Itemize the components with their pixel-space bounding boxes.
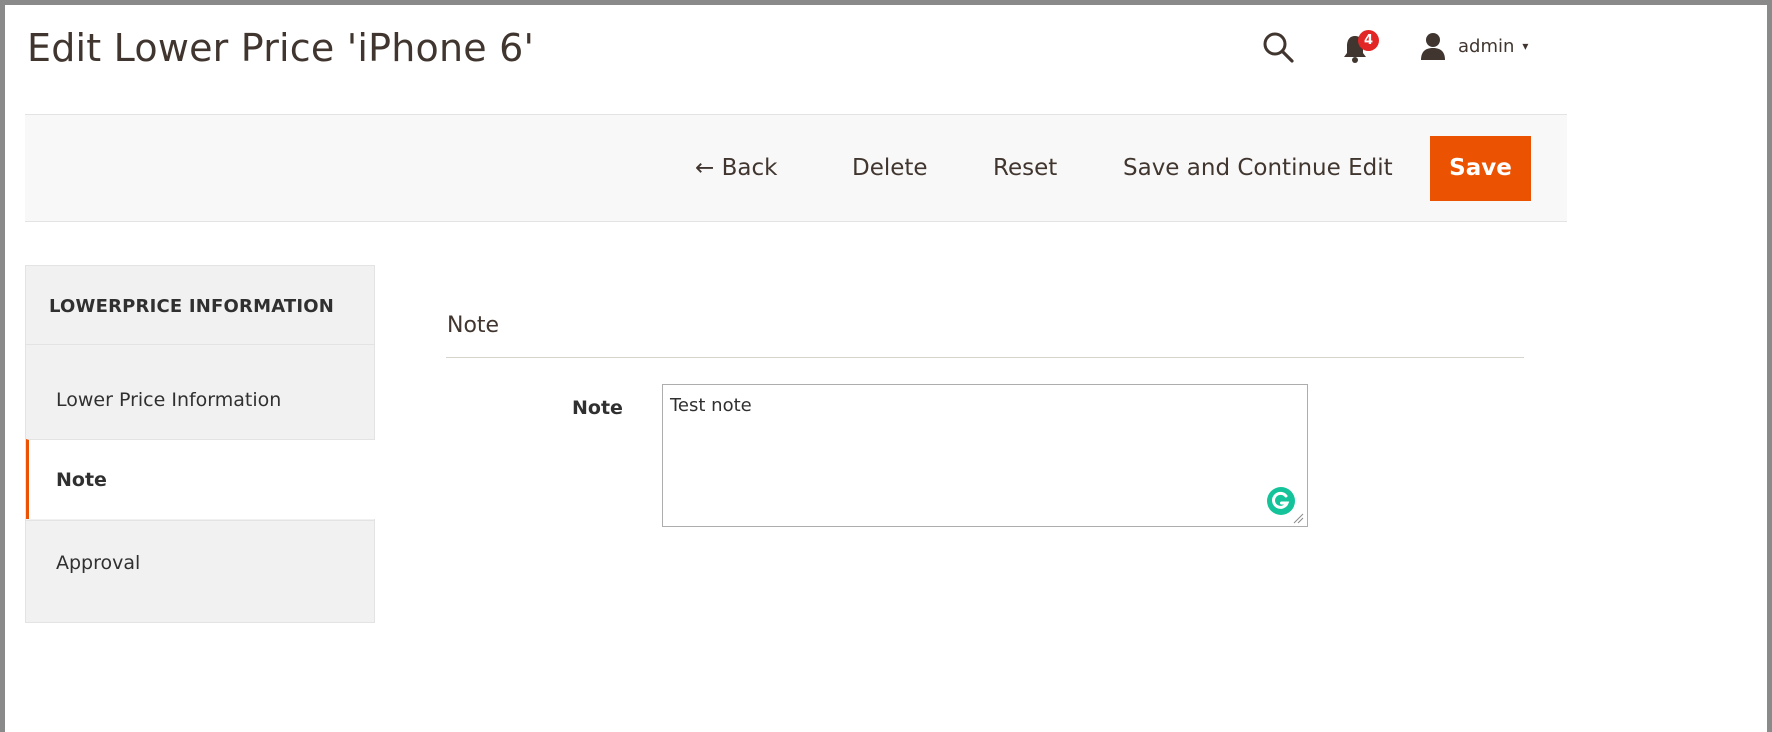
page-title: Edit Lower Price 'iPhone 6'	[27, 26, 535, 70]
chevron-down-icon: ▾	[1522, 39, 1529, 53]
sidebar-item-note[interactable]: Note	[26, 439, 375, 519]
admin-username: admin	[1458, 35, 1515, 57]
page-actions-toolbar: ← Back Delete Reset Save and Continue Ed…	[25, 114, 1567, 222]
sidebar-tabs: LOWERPRICE INFORMATION Lower Price Infor…	[25, 265, 375, 623]
save-and-continue-button[interactable]: Save and Continue Edit	[1123, 115, 1393, 221]
reset-button[interactable]: Reset	[993, 115, 1057, 221]
resize-handle-icon[interactable]	[1292, 512, 1304, 524]
delete-button[interactable]: Delete	[852, 115, 928, 221]
search-icon[interactable]	[1261, 30, 1295, 64]
sidebar-title: LOWERPRICE INFORMATION	[49, 296, 335, 317]
section-title: Note	[447, 313, 500, 338]
user-icon	[1421, 33, 1445, 60]
sidebar-item-lower-price-information[interactable]: Lower Price Information	[26, 344, 375, 439]
back-button[interactable]: ← Back	[695, 115, 777, 221]
notification-count-badge: 4	[1358, 30, 1379, 51]
admin-user-menu[interactable]: admin ▾	[1418, 30, 1528, 62]
notifications-button[interactable]: 4	[1340, 30, 1384, 64]
sidebar-item-approval[interactable]: Approval	[26, 520, 375, 623]
save-button[interactable]: Save	[1430, 136, 1531, 201]
note-field-label: Note	[572, 397, 623, 419]
sidebar-item-label: Approval	[56, 552, 141, 574]
note-textarea[interactable]: Test note	[662, 384, 1308, 527]
sidebar-item-label: Note	[56, 469, 107, 491]
section-divider	[446, 357, 1524, 358]
